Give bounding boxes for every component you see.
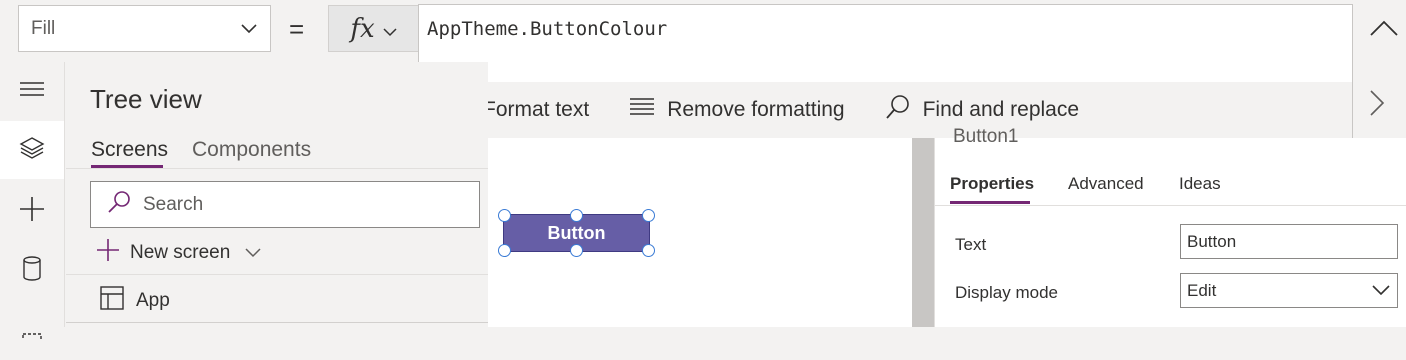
display-mode-dropdown[interactable]: Edit	[1180, 273, 1398, 308]
resize-handle[interactable]	[570, 209, 583, 222]
app-icon	[100, 286, 124, 316]
resize-handle[interactable]	[498, 209, 511, 222]
tab-components[interactable]: Components	[192, 138, 311, 162]
find-replace-icon	[885, 94, 911, 126]
collapse-formula-button[interactable]	[1362, 8, 1406, 52]
tab-screens[interactable]: Screens	[91, 138, 168, 162]
display-mode-value: Edit	[1187, 280, 1217, 300]
divider	[66, 168, 488, 169]
chevron-right-icon	[1368, 90, 1386, 122]
resize-handle[interactable]	[570, 244, 583, 257]
text-property-input[interactable]: Button	[1180, 224, 1398, 259]
property-dropdown-value: Fill	[31, 17, 56, 39]
equals-sign: =	[289, 14, 305, 44]
fx-button[interactable]: fx	[328, 5, 419, 52]
control-name: Button1	[953, 126, 1019, 142]
formula-toolbar: Format text Remove formatting Find and r…	[418, 82, 1353, 139]
data-cylinder-icon	[22, 255, 42, 287]
canvas-scrollbar[interactable]	[912, 138, 934, 327]
remove-formatting-button[interactable]: Remove formatting	[629, 96, 845, 124]
resize-handle[interactable]	[642, 244, 655, 257]
tab-ideas[interactable]: Ideas	[1179, 174, 1221, 194]
tree-view-panel: Tree view Screens Components Search New …	[66, 62, 488, 327]
left-rail	[0, 62, 65, 349]
media-icon	[21, 318, 43, 349]
resize-handle[interactable]	[642, 209, 655, 222]
find-replace-button[interactable]: Find and replace	[885, 94, 1079, 126]
remove-formatting-label: Remove formatting	[667, 98, 845, 121]
fx-label: fx	[350, 13, 375, 44]
tree-view-layers-icon	[19, 135, 45, 166]
new-screen-button[interactable]: New screen	[96, 238, 262, 268]
chevron-down-icon	[1371, 281, 1391, 301]
active-tab-indicator	[950, 201, 1030, 204]
display-mode-label: Display mode	[955, 283, 1058, 302]
tab-properties[interactable]: Properties	[950, 174, 1034, 194]
expand-panel-button[interactable]	[1368, 88, 1386, 123]
divider	[66, 274, 488, 275]
property-dropdown[interactable]: Fill	[18, 5, 271, 52]
hamburger-menu-icon	[19, 80, 45, 103]
data-button[interactable]	[0, 242, 64, 300]
search-placeholder: Search	[143, 193, 204, 215]
search-icon	[107, 190, 131, 220]
plus-icon	[96, 238, 120, 268]
resize-handle[interactable]	[498, 244, 511, 257]
tree-item-app[interactable]: App	[100, 286, 170, 316]
text-property-value: Button	[1187, 231, 1237, 251]
insert-button[interactable]	[0, 182, 64, 240]
tree-item-label: App	[136, 290, 170, 311]
chevron-down-icon	[383, 14, 397, 44]
properties-panel: Button1 Properties Advanced Ideas Text B…	[934, 126, 1406, 327]
new-screen-label: New screen	[130, 242, 231, 263]
text-property-label: Text	[955, 235, 987, 254]
tree-view-button[interactable]	[0, 121, 64, 179]
chevron-down-icon	[244, 242, 262, 264]
tree-search-input[interactable]: Search	[90, 181, 480, 228]
tree-view-title: Tree view	[90, 84, 202, 114]
chevron-down-icon	[240, 18, 258, 40]
chevron-up-icon	[1369, 19, 1399, 42]
remove-formatting-icon	[629, 96, 655, 124]
find-replace-label: Find and replace	[922, 98, 1080, 121]
formula-input[interactable]: AppTheme.ButtonColour	[418, 4, 1353, 83]
hamburger-menu-button[interactable]	[0, 62, 64, 120]
insert-plus-icon	[19, 196, 45, 227]
format-text-label: Format text	[483, 98, 590, 121]
tab-advanced[interactable]: Advanced	[1068, 174, 1144, 194]
design-canvas[interactable]: Button	[488, 138, 912, 327]
media-button[interactable]	[0, 302, 64, 360]
divider	[66, 322, 488, 323]
divider	[935, 205, 1406, 206]
